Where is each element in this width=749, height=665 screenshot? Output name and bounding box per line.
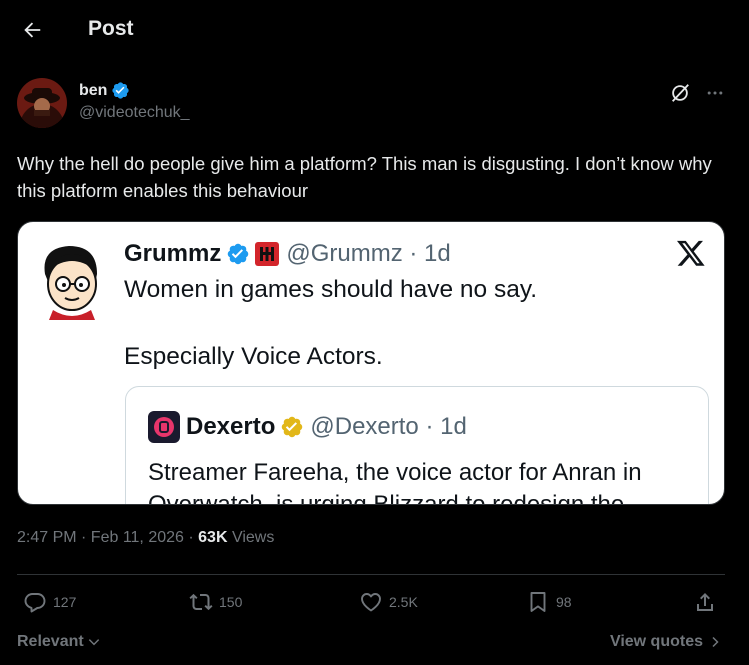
reply-sort-dropdown[interactable]: Relevant (17, 633, 101, 651)
grok-icon[interactable] (669, 82, 691, 104)
post-meta: 2:47 PM · Feb 11, 2026 · 63K Views (17, 529, 274, 547)
share-button[interactable] (693, 590, 717, 614)
post-text: Why the hell do people give him a platfo… (17, 153, 712, 201)
sort-label: Relevant (17, 633, 84, 650)
repost-count: 150 (219, 594, 243, 610)
cartoon-avatar-icon (44, 246, 97, 320)
repost-button[interactable]: 150 (189, 590, 242, 614)
action-bar: 127 150 2.5K 98 (17, 590, 725, 618)
bookmark-count: 98 (556, 594, 572, 610)
share-icon (697, 593, 713, 611)
reply-count: 127 (53, 594, 77, 610)
quoted-text-line: Especially Voice Actors. (124, 343, 383, 370)
inner-quote-handle: @Dexerto · 1d (310, 413, 467, 440)
page-title: Post (88, 17, 134, 40)
chevron-down-icon (88, 639, 99, 646)
view-quotes-label: View quotes (609, 633, 703, 650)
like-count: 2.5K (389, 594, 418, 610)
views-count: 63K (198, 529, 228, 546)
dexerto-logo-icon (148, 411, 180, 443)
repost-icon (189, 593, 213, 611)
quoted-handle: @Grummz · 1d (286, 240, 451, 267)
inner-quote-name: Dexerto (186, 413, 276, 440)
inner-quote-text: Streamer Fareeha, the voice actor for An… (148, 459, 642, 505)
quoted-name: Grummz (124, 240, 222, 267)
top-bar: Post (0, 0, 749, 60)
bookmark-icon (530, 592, 546, 612)
post-timestamp[interactable]: 2:47 PM · Feb 11, 2026 · (17, 529, 198, 546)
arrow-left-icon (24, 22, 41, 38)
post-media-image[interactable]: Grummz @Grummz · 1d Women in games shoul… (17, 221, 725, 505)
heart-icon (361, 593, 381, 612)
author-handle[interactable]: @videotechuk_ (79, 104, 190, 122)
affiliate-badge-icon (255, 242, 280, 266)
author-name[interactable]: ben (79, 82, 107, 100)
views-label: Views (227, 529, 275, 546)
verified-badge-icon (112, 82, 130, 99)
quoted-text-line: Women in games should have no say. (124, 276, 538, 303)
inner-quote-card: Dexerto @Dexerto · 1d Streamer Fareeha, … (125, 386, 709, 505)
bookmark-button[interactable]: 98 (526, 590, 572, 614)
gold-verified-badge-icon (282, 416, 303, 438)
x-logo-icon (677, 240, 705, 266)
divider (17, 574, 725, 575)
avatar[interactable] (17, 78, 67, 128)
top-actions (669, 82, 725, 104)
reply-icon (24, 593, 46, 613)
back-button[interactable] (16, 14, 48, 46)
verified-badge-icon (228, 243, 249, 265)
post-author: ben @videotechuk_ (17, 78, 190, 128)
chevron-right-icon (712, 636, 719, 648)
reply-button[interactable]: 127 (23, 590, 76, 614)
like-button[interactable]: 2.5K (359, 590, 418, 614)
more-icon[interactable] (705, 83, 725, 103)
view-quotes-link[interactable]: View quotes (610, 633, 721, 651)
